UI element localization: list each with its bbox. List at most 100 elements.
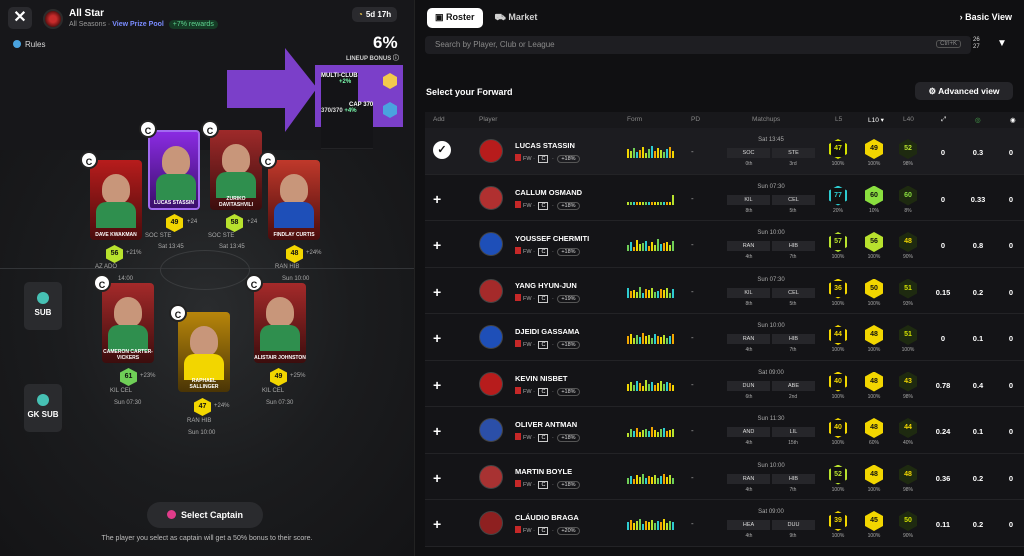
captain-badge[interactable]: C: [93, 274, 111, 292]
column-pd[interactable]: PD: [691, 116, 700, 123]
add-player-button[interactable]: +: [433, 237, 441, 253]
column-l5[interactable]: L5: [835, 116, 842, 123]
stat-expand: 0: [940, 148, 946, 157]
captain-badge[interactable]: C: [139, 120, 157, 138]
table-row[interactable]: + CLÁUDIO BRAGA FW · C · +20% - Sat 09:0…: [425, 500, 1024, 547]
table-row[interactable]: ✓ LUCAS STASSIN FW · C · +18% - Sat 13:4…: [425, 128, 1024, 175]
match-time: Sat 13:45: [758, 137, 784, 143]
table-row[interactable]: + YOUSSEF CHERMITI FW · C · +18% - Sun 1…: [425, 221, 1024, 268]
stat-expand: 0: [940, 241, 946, 250]
avatar: [479, 464, 503, 489]
form-bar: [654, 151, 656, 158]
player-meta: FW · C · +18%: [515, 340, 580, 349]
filter-count[interactable]: 26 27: [973, 37, 980, 51]
assist-icon[interactable]: ◉: [1010, 116, 1016, 124]
add-player-button[interactable]: +: [433, 516, 441, 532]
form-bar: [633, 478, 635, 484]
captain-badge[interactable]: C: [259, 151, 277, 169]
home-rank: 4th: [745, 440, 753, 446]
form-bar: [630, 334, 632, 344]
add-player-button[interactable]: +: [433, 377, 441, 393]
player-card-curtis[interactable]: FINDLAY CURTIS: [268, 160, 320, 240]
table-row[interactable]: + YANG HYUN-JUN FW · C · +19% - Sun 07:3…: [425, 267, 1024, 314]
match-teams: DUN ABE: [727, 380, 815, 391]
team-label: SOC: [208, 233, 222, 239]
tab-roster[interactable]: ▣ Roster: [427, 8, 483, 28]
add-player-button[interactable]: +: [433, 330, 441, 346]
sub-button[interactable]: SUB: [24, 282, 62, 330]
player-meta: FW · C · +18%: [515, 200, 580, 210]
column-player[interactable]: Player: [479, 116, 497, 123]
prize-pool-link[interactable]: View Prize Pool: [112, 21, 164, 28]
captain-badge[interactable]: C: [80, 151, 98, 169]
card-rarity-badge: C: [538, 341, 549, 349]
form-bar: [633, 201, 635, 205]
player-name[interactable]: DJEIDI GASSAMA: [515, 327, 580, 336]
table-row[interactable]: + OLIVER ANTMAN FW · C · +18% - Sun 11:3…: [425, 407, 1024, 454]
player-name[interactable]: KEVIN NISBET: [515, 374, 568, 383]
form-bar: [651, 427, 653, 437]
club-icon: [515, 386, 521, 394]
player-name[interactable]: CALLUM OSMAND: [515, 188, 582, 197]
player-card-sallinger[interactable]: RAPHAEL SALLINGER: [178, 312, 230, 392]
player-card-johnston[interactable]: ALISTAIR JOHNSTON: [254, 283, 306, 363]
expand-icon[interactable]: ⤢: [941, 116, 946, 124]
basic-view-link[interactable]: › Basic View: [960, 12, 1012, 22]
close-button[interactable]: ✕: [8, 7, 32, 29]
goal-icon[interactable]: ◎: [975, 116, 981, 124]
stat-expand: 0: [940, 194, 946, 204]
search-input[interactable]: Search by Player, Club or League Ctrl+K: [425, 36, 971, 54]
captain-badge[interactable]: C: [245, 274, 263, 292]
form-bar: [663, 473, 665, 484]
card-rarity-badge: C: [538, 294, 549, 303]
table-row[interactable]: + MARTIN BOYLE FW · C · +18% - Sun 10:00…: [425, 453, 1024, 500]
column-l10[interactable]: L10 ▾: [868, 116, 884, 124]
table-row[interactable]: + DJEIDI GASSAMA FW · C · +18% - Sun 10:…: [425, 314, 1024, 361]
player-card-stassin[interactable]: LUCAS STASSIN: [148, 130, 200, 210]
advanced-view-button[interactable]: ⚙ Advanced view: [915, 82, 1013, 100]
form-bar: [663, 152, 665, 158]
lineup-bonus-box[interactable]: MULTI-CLUB +2% CAP 370 370/370 +4%: [315, 65, 403, 149]
player-name[interactable]: YANG HYUN-JUN: [515, 281, 577, 290]
tab-market[interactable]: ⛟ Market: [487, 8, 546, 28]
team-ranks: 4th 9th: [727, 533, 815, 539]
table-row[interactable]: + KEVIN NISBET FW · C · +18% - Sat 09:00…: [425, 360, 1024, 407]
home-rank: 0th: [745, 161, 753, 167]
check-icon[interactable]: ✓: [433, 141, 451, 159]
away-rank: 7th: [789, 254, 797, 260]
player-card-davitashvili[interactable]: ZURIKO DAVITASHVILI: [210, 130, 262, 210]
column-matchups[interactable]: Matchups: [752, 116, 780, 123]
player-shirt: [96, 202, 136, 228]
stat-goals: 0.1: [972, 334, 984, 343]
player-name[interactable]: YOUSSEF CHERMITI: [515, 234, 589, 243]
captain-badge[interactable]: C: [169, 304, 187, 322]
select-captain-button[interactable]: Select Captain: [147, 502, 263, 528]
rules-link[interactable]: Rules: [13, 40, 45, 49]
player-name[interactable]: MARTIN BOYLE: [515, 467, 572, 476]
add-player-button[interactable]: +: [433, 284, 441, 300]
filter-icon[interactable]: ▼: [997, 38, 1007, 49]
info-icon[interactable]: ⓘ: [393, 56, 399, 62]
player-name[interactable]: LUCAS STASSIN: [515, 141, 575, 150]
search-placeholder: Search by Player, Club or League: [435, 40, 555, 49]
player-card-kwakman[interactable]: DAVE KWAKMAN: [90, 160, 142, 240]
column-form[interactable]: Form: [627, 116, 642, 123]
form-bar: [633, 338, 635, 344]
pd-value: -: [691, 426, 694, 435]
gk-sub-button[interactable]: GK SUB: [24, 384, 62, 432]
player-card-carter-vickers[interactable]: CAMERON CARTER-VICKERS: [102, 283, 154, 363]
captain-badge[interactable]: C: [201, 120, 219, 138]
competition-title: All Star: [69, 8, 105, 19]
away-rank: 2nd: [788, 393, 798, 400]
column-l40[interactable]: L40: [903, 116, 914, 123]
form-bar: [627, 287, 629, 298]
player-name[interactable]: CLÁUDIO BRAGA: [515, 513, 579, 522]
home-team: DUN: [727, 380, 770, 391]
add-player-button[interactable]: +: [433, 191, 441, 207]
add-player-button[interactable]: +: [433, 470, 441, 486]
add-player-button[interactable]: +: [433, 423, 441, 439]
table-row[interactable]: + CALLUM OSMAND FW · C · +18% - Sun 07:3…: [425, 174, 1024, 221]
stat-assists: 0: [1008, 194, 1014, 204]
player-name[interactable]: OLIVER ANTMAN: [515, 420, 577, 429]
l10-score: 50: [865, 278, 883, 299]
